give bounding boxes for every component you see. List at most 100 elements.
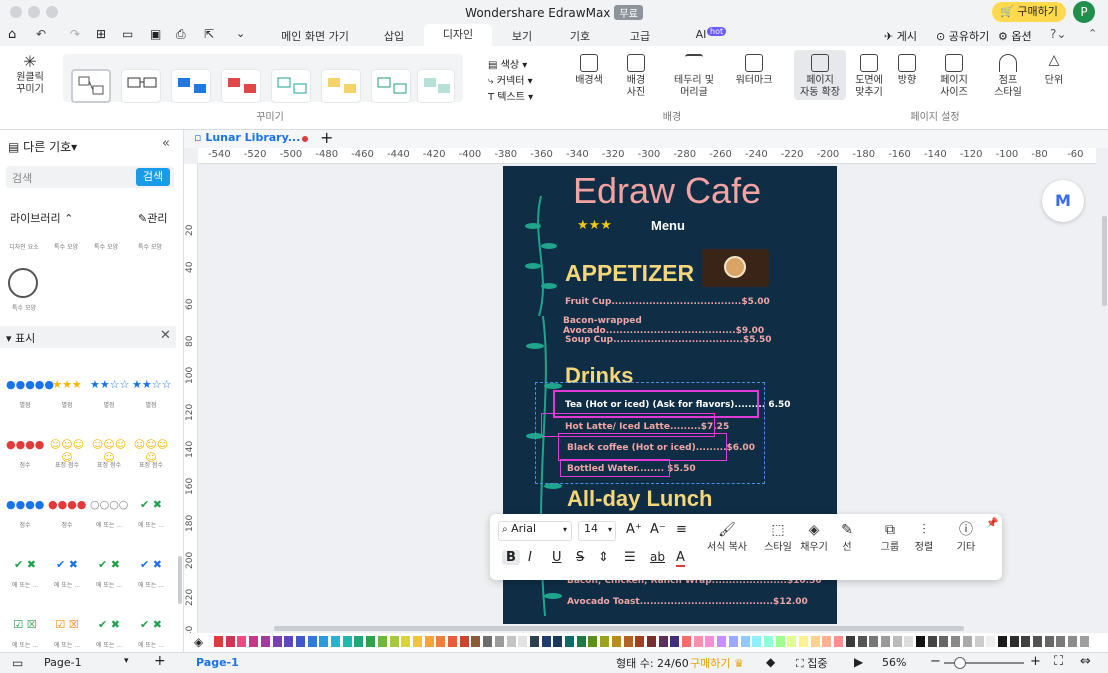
color-swatch[interactable]: [412, 636, 422, 647]
zoom-slider-handle[interactable]: [954, 657, 966, 669]
more-symbols-dropdown[interactable]: ▤ 다른 기호▾: [8, 138, 77, 155]
theme-8[interactable]: [417, 69, 455, 103]
auto-extend-button[interactable]: 페이지 자동 확장: [794, 50, 846, 100]
page-select[interactable]: Page-1: [44, 656, 82, 669]
library-toggle[interactable]: 라이브러리 ⌃: [10, 210, 73, 226]
strikethrough-icon[interactable]: S: [576, 550, 584, 565]
color-swatch[interactable]: [740, 636, 750, 647]
color-swatch[interactable]: [799, 636, 808, 647]
font-color-icon[interactable]: A: [676, 550, 685, 567]
collapse-ribbon-icon[interactable]: ⌃: [1088, 27, 1097, 40]
color-swatch[interactable]: [752, 636, 762, 647]
color-swatch[interactable]: [494, 636, 504, 647]
color-swatch[interactable]: [471, 636, 481, 647]
theme-1[interactable]: [71, 69, 111, 103]
color-swatch[interactable]: [845, 636, 855, 647]
border-title-button[interactable]: 테두리 및 머리글: [668, 54, 720, 99]
bg-photo-button[interactable]: 배경 사진: [616, 54, 656, 99]
coffee-image[interactable]: [702, 249, 769, 287]
help-icon[interactable]: ?⌄: [1050, 27, 1066, 41]
group-button[interactable]: ⧉ 그룹: [876, 523, 904, 554]
canvas-vertical-scrollbar[interactable]: [1102, 216, 1107, 306]
menu-item[interactable]: Bacon-wrapped Avocado...................…: [563, 316, 837, 336]
color-swatch[interactable]: [424, 636, 434, 647]
search-button[interactable]: 검색: [136, 168, 170, 186]
decrease-font-icon[interactable]: A⁻: [650, 522, 666, 537]
color-swatch[interactable]: [1021, 636, 1031, 647]
close-section-icon[interactable]: ✕: [160, 328, 171, 343]
tab-home[interactable]: 메인 화면 가기: [270, 28, 360, 44]
bg-color-button[interactable]: 배경색: [570, 54, 608, 87]
color-swatch[interactable]: [588, 636, 598, 647]
page-size-button[interactable]: 페이지 사이즈: [934, 54, 974, 99]
canvas-horizontal-scrollbar[interactable]: [274, 626, 964, 631]
color-swatch[interactable]: [483, 636, 493, 647]
bold-icon[interactable]: B: [502, 550, 520, 565]
color-swatch[interactable]: [904, 636, 914, 647]
color-swatch[interactable]: [1068, 636, 1078, 647]
pin-icon[interactable]: 📌: [986, 518, 998, 529]
more-button[interactable]: ⓘ 기타: [952, 523, 980, 554]
theme-7[interactable]: [371, 69, 411, 103]
text-highlight-icon[interactable]: ab: [650, 550, 665, 564]
color-swatch[interactable]: [366, 636, 376, 647]
save-icon[interactable]: ▣: [150, 27, 161, 41]
color-swatch[interactable]: [249, 636, 259, 647]
special-shape-circle-icon[interactable]: [8, 268, 38, 298]
fit-drawing-button[interactable]: 도면에 맞추기: [850, 54, 888, 99]
rating-symbol-icon[interactable]: ●●●●: [48, 498, 86, 511]
tab-symbol[interactable]: 기호: [560, 28, 600, 44]
text-dropdown[interactable]: T 텍스트 ▾: [488, 88, 533, 103]
home-icon[interactable]: ⌂: [8, 27, 16, 42]
share-button[interactable]: ⊙ 공유하기: [936, 28, 989, 44]
rating-symbol-icon[interactable]: ✔ ✖: [132, 618, 170, 631]
color-swatch[interactable]: [717, 636, 727, 647]
line-spacing-icon[interactable]: ⇕: [598, 550, 609, 565]
rating-symbol-icon[interactable]: ★★★: [48, 378, 86, 391]
cafe-title[interactable]: Edraw Cafe: [573, 170, 761, 212]
group-selection-frame[interactable]: [535, 382, 765, 484]
appetizer-heading[interactable]: APPETIZER: [565, 260, 694, 287]
color-swatch[interactable]: [658, 636, 668, 647]
color-swatch[interactable]: [693, 636, 703, 647]
rating-symbol-icon[interactable]: ✔ ✖: [132, 498, 170, 511]
export-icon[interactable]: ⇱: [204, 27, 214, 41]
redo-icon[interactable]: ↷: [70, 27, 80, 41]
watermark-button[interactable]: 워터마크: [732, 54, 776, 87]
play-icon[interactable]: ▶: [854, 655, 863, 669]
one-click-beautify-button[interactable]: ✳ 원클릭 꾸미기: [8, 54, 52, 96]
color-swatch[interactable]: [927, 636, 937, 647]
manage-button[interactable]: ✎관리: [138, 210, 167, 226]
add-tab-icon[interactable]: +: [320, 128, 333, 147]
tab-design[interactable]: 디자인: [424, 24, 492, 46]
rating-symbol-icon[interactable]: ★★☆☆: [132, 378, 171, 391]
color-swatch[interactable]: [354, 636, 364, 647]
ai-assistant-button[interactable]: M: [1042, 180, 1084, 222]
page-tab[interactable]: Page-1: [196, 656, 239, 669]
format-copy-button[interactable]: 🖌 서식 복사: [704, 523, 750, 554]
color-swatch[interactable]: [810, 636, 820, 647]
align-button[interactable]: ⫶ 정렬: [910, 523, 938, 554]
theme-6[interactable]: [321, 69, 361, 103]
underline-icon[interactable]: U: [552, 550, 562, 565]
menu-item[interactable]: Fruit Cup...............................…: [565, 297, 770, 307]
color-swatch[interactable]: [1033, 636, 1042, 647]
rating-symbol-icon[interactable]: ☑ ☒: [6, 618, 44, 631]
orientation-button[interactable]: 방향: [892, 54, 922, 87]
color-swatch[interactable]: [822, 636, 832, 647]
tab-insert[interactable]: 삽입: [374, 28, 414, 44]
theme-5[interactable]: [271, 69, 311, 103]
color-swatch[interactable]: [565, 636, 574, 647]
color-swatch[interactable]: [892, 636, 902, 647]
color-swatch[interactable]: [214, 636, 223, 647]
doc-tab[interactable]: ▫ Lunar Library...: [194, 131, 300, 144]
unit-button[interactable]: △ 단위: [1040, 53, 1068, 87]
color-swatch[interactable]: [506, 636, 516, 647]
menu-item[interactable]: Soup Cup................................…: [565, 335, 772, 345]
zoom-out-icon[interactable]: −: [930, 654, 941, 669]
undo-icon[interactable]: ↶: [36, 27, 46, 41]
color-swatch[interactable]: [1044, 636, 1054, 647]
color-swatch[interactable]: [389, 636, 399, 647]
page-panel-icon[interactable]: ▭: [12, 656, 23, 670]
layers-icon[interactable]: ◆: [766, 655, 775, 669]
